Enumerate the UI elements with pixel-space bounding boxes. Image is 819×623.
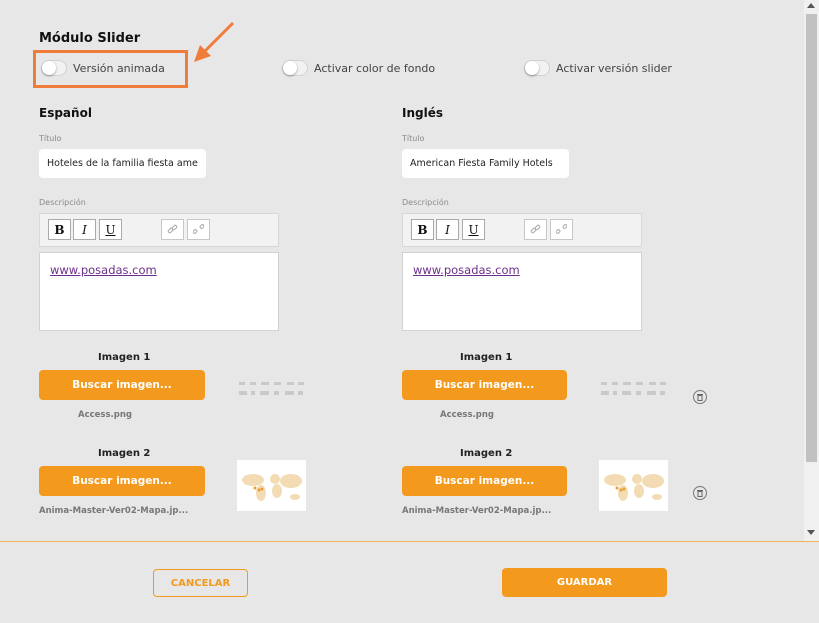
english-image1-thumbnail	[601, 382, 666, 395]
underline-button[interactable]: U	[462, 219, 485, 240]
italic-button[interactable]: I	[436, 219, 459, 240]
footer-divider	[0, 541, 819, 542]
spanish-image1-browse-button[interactable]: Buscar imagen...	[39, 370, 205, 400]
module-title: Módulo Slider	[39, 31, 141, 46]
spanish-heading: Español	[39, 106, 92, 120]
unlink-icon	[193, 224, 204, 234]
spanish-description-editor[interactable]: www.posadas.com	[39, 252, 279, 331]
bold-button[interactable]: B	[48, 219, 71, 240]
link-button[interactable]	[524, 219, 547, 240]
vertical-scrollbar[interactable]	[804, 0, 819, 541]
toggle-label: Activar versión slider	[556, 61, 672, 75]
english-editor-toolbar: B I U	[402, 213, 642, 247]
english-description-label: Descripción	[402, 198, 449, 207]
toggle-label: Activar color de fondo	[314, 61, 436, 75]
unlink-icon	[556, 224, 567, 234]
cancel-button[interactable]: CANCELAR	[153, 569, 248, 597]
description-link[interactable]: www.posadas.com	[413, 263, 520, 277]
italic-button[interactable]: I	[73, 219, 96, 240]
save-button[interactable]: GUARDAR	[502, 568, 667, 597]
english-image1-browse-button[interactable]: Buscar imagen...	[402, 370, 567, 400]
link-icon	[530, 224, 541, 234]
spanish-image2-browse-button[interactable]: Buscar imagen...	[39, 466, 205, 496]
english-title-label: Título	[402, 134, 425, 143]
english-description-editor[interactable]: www.posadas.com	[402, 252, 642, 331]
spanish-image1-label: Imagen 1	[98, 352, 151, 363]
toggle-switch[interactable]	[41, 60, 67, 76]
link-icon	[167, 224, 178, 234]
spanish-image2-label: Imagen 2	[98, 448, 151, 459]
toggle-color-fondo[interactable]: Activar color de fondo	[282, 60, 435, 76]
spanish-title-label: Título	[39, 134, 62, 143]
spanish-editor-toolbar: B I U	[39, 213, 279, 247]
toggle-switch[interactable]	[524, 60, 550, 76]
spanish-image2-thumbnail	[237, 460, 306, 511]
spanish-title-input[interactable]: Hoteles de la familia fiesta ame	[39, 149, 206, 178]
english-image2-delete-button[interactable]	[693, 486, 707, 500]
english-image1-filename: Access.png	[440, 410, 494, 420]
scroll-down-arrow-icon[interactable]	[807, 530, 815, 535]
english-image1-delete-button[interactable]	[693, 390, 707, 404]
link-button[interactable]	[161, 219, 184, 240]
spanish-image2-filename: Anima-Master-Ver02-Mapa.jp...	[39, 506, 189, 516]
english-image2-label: Imagen 2	[460, 448, 513, 459]
description-link[interactable]: www.posadas.com	[50, 263, 157, 277]
scrollbar-thumb[interactable]	[806, 14, 817, 462]
trash-icon	[697, 490, 703, 497]
spanish-description-label: Descripción	[39, 198, 86, 207]
scroll-up-arrow-icon[interactable]	[807, 3, 815, 8]
unlink-button[interactable]	[550, 219, 573, 240]
english-image2-thumbnail	[599, 460, 668, 511]
toggle-version-animada[interactable]: Versión animada	[41, 60, 165, 76]
bold-button[interactable]: B	[411, 219, 434, 240]
toggle-label: Versión animada	[73, 61, 165, 75]
toggle-version-slider[interactable]: Activar versión slider	[524, 60, 672, 76]
spanish-image1-filename: Access.png	[78, 410, 132, 420]
english-image2-browse-button[interactable]: Buscar imagen...	[402, 466, 567, 496]
trash-icon	[697, 394, 703, 401]
annotation-arrow-icon	[194, 21, 235, 62]
toggle-switch[interactable]	[282, 60, 308, 76]
english-image1-label: Imagen 1	[460, 352, 513, 363]
spanish-image1-thumbnail	[239, 382, 304, 395]
underline-button[interactable]: U	[99, 219, 122, 240]
english-title-input[interactable]: American Fiesta Family Hotels	[402, 149, 569, 178]
english-heading: Inglés	[402, 106, 443, 120]
english-image2-filename: Anima-Master-Ver02-Mapa.jp...	[402, 506, 552, 516]
unlink-button[interactable]	[187, 219, 210, 240]
